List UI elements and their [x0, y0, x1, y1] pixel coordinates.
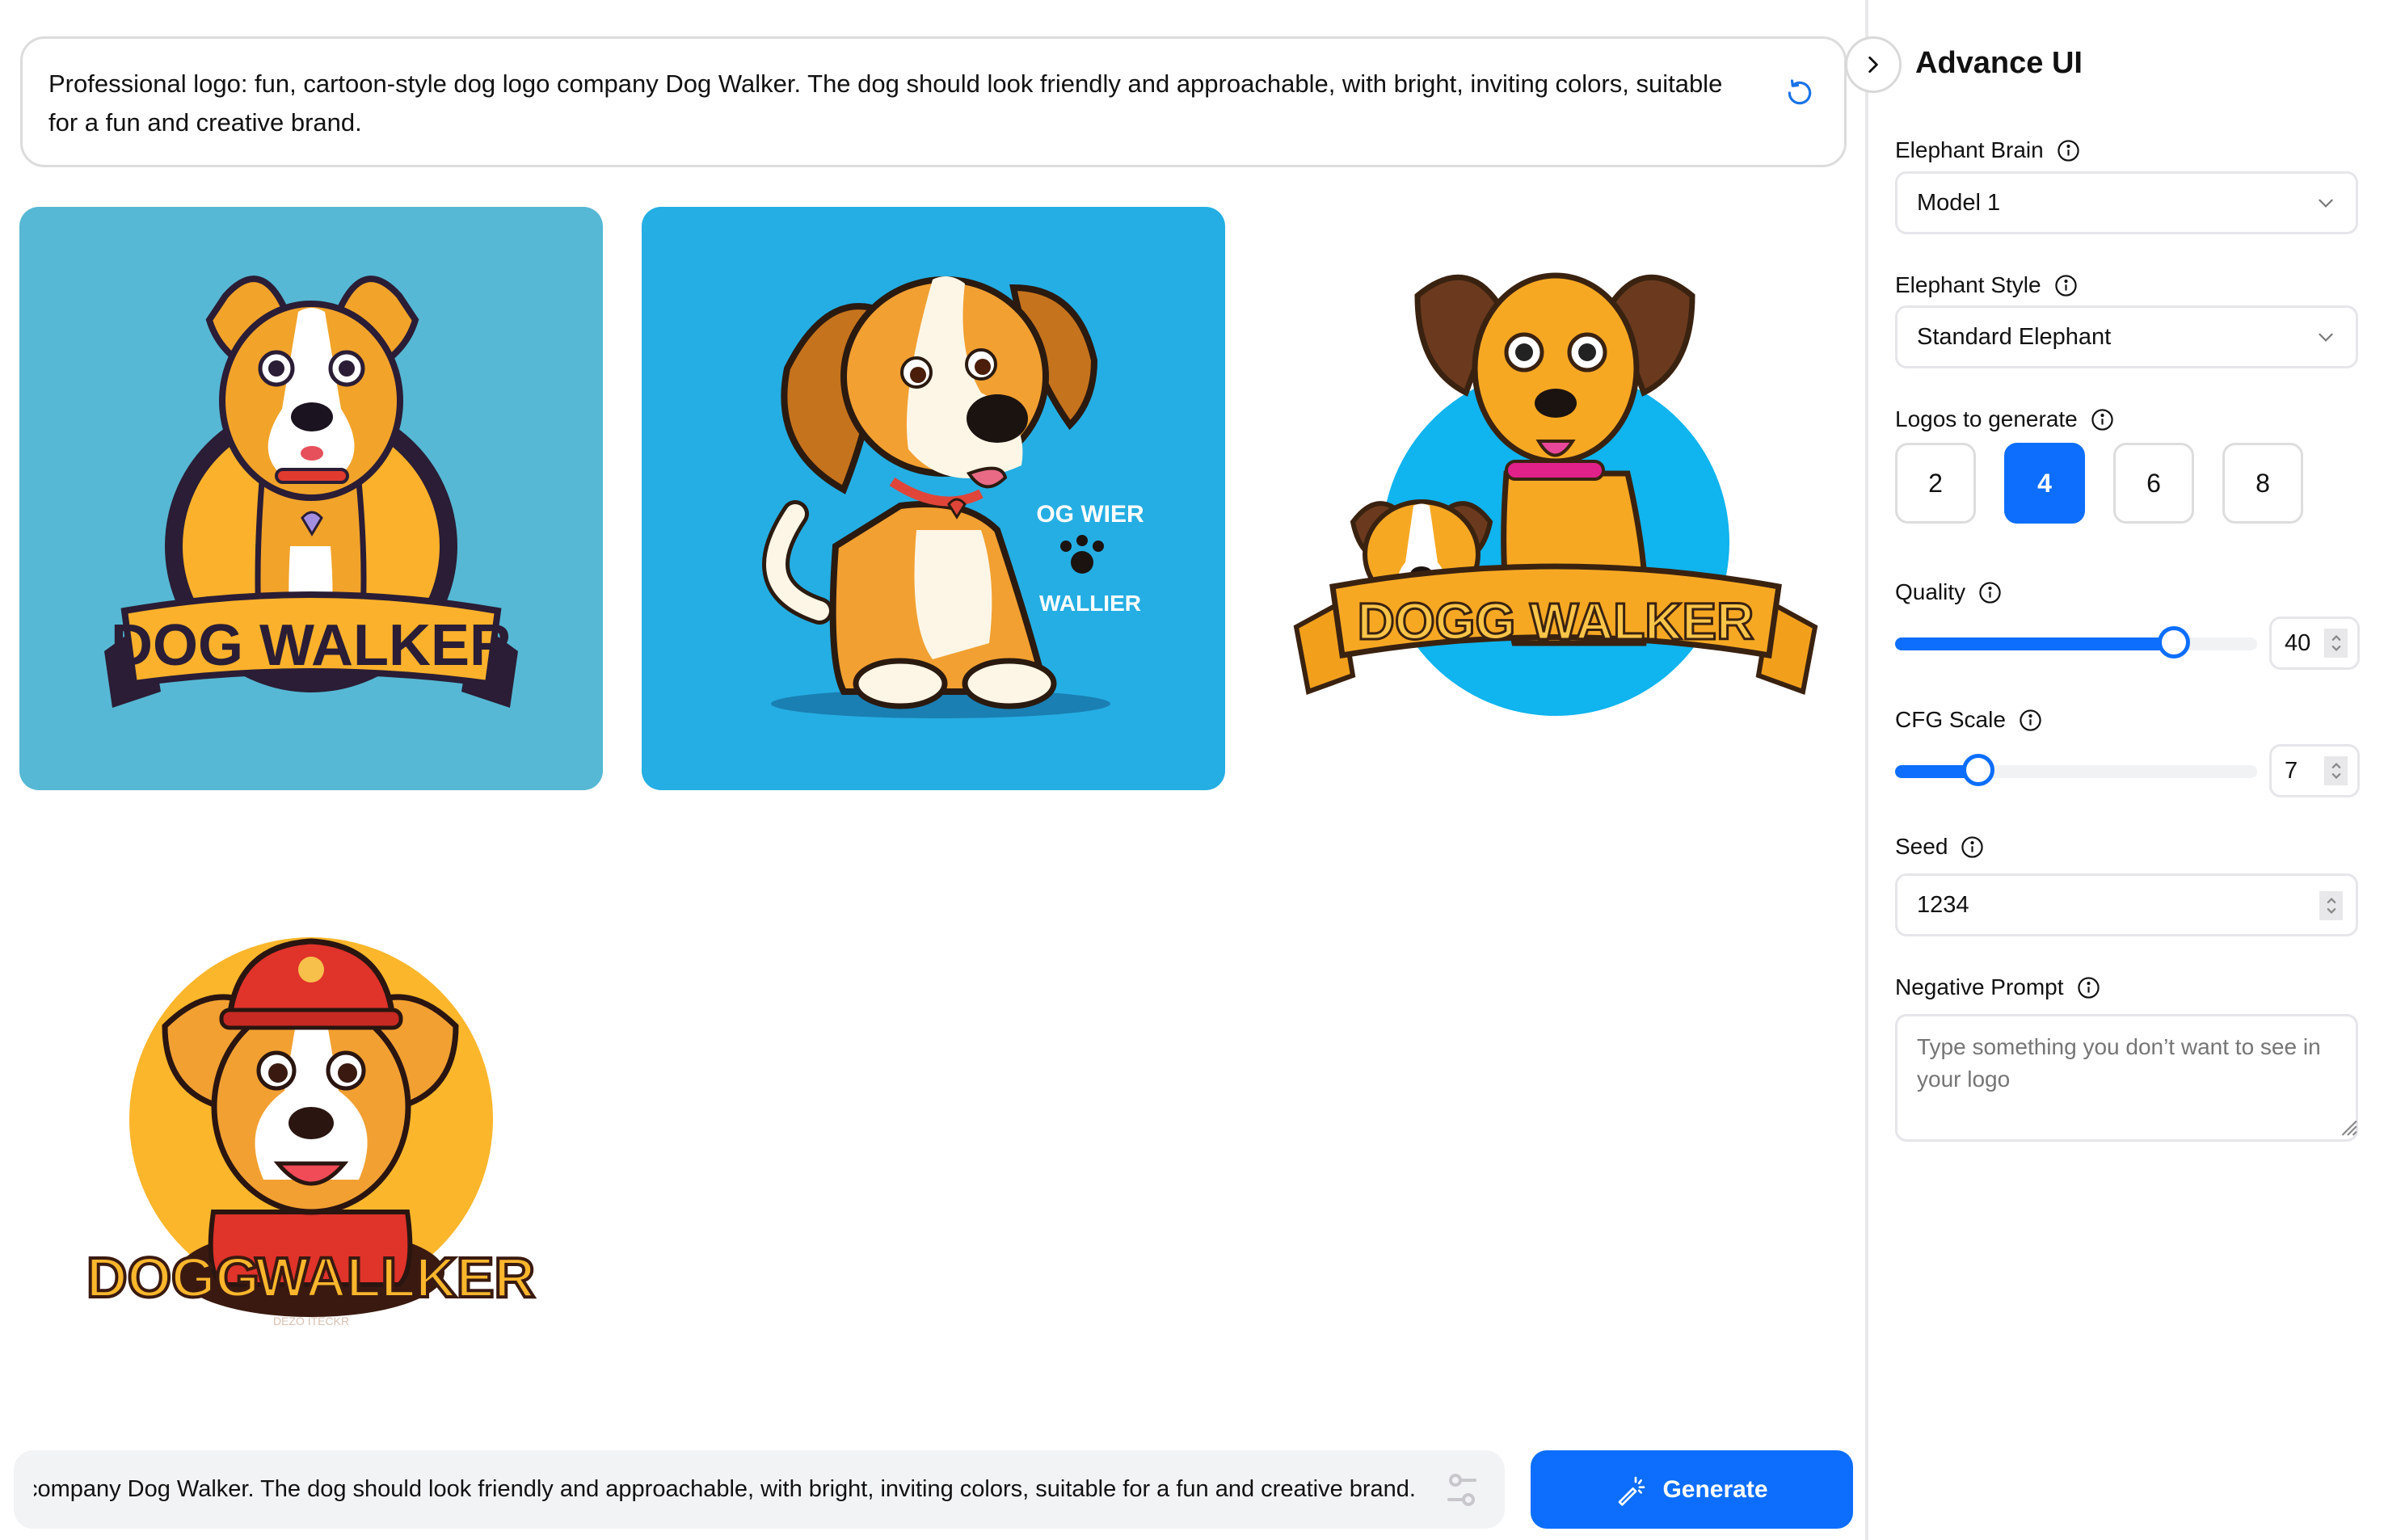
seed-label-text: Seed: [1895, 834, 1948, 859]
sidebar-toggle-button[interactable]: [1845, 36, 1902, 93]
logo-3-banner-text: DOGG WALKER: [1358, 592, 1754, 650]
style-label-text: Elephant Style: [1895, 272, 2041, 297]
seed-value: 1234: [1917, 891, 1969, 918]
settings-toggle-button[interactable]: [1443, 1471, 1481, 1508]
chevron-down-icon: [2319, 199, 2333, 208]
cfg-input[interactable]: 7: [2269, 744, 2360, 797]
generated-logo-1[interactable]: DOG WALKER: [19, 207, 603, 790]
negative-prompt-input[interactable]: [1895, 1014, 2358, 1142]
info-icon[interactable]: [1961, 835, 1984, 859]
prompt-display[interactable]: Professional logo: fun, cartoon-style do…: [20, 36, 1847, 167]
generated-logo-3[interactable]: DOGG WALKER: [1264, 207, 1847, 790]
logo-4-text-1: DOGG: [86, 1246, 259, 1309]
cfg-spinner[interactable]: [2324, 756, 2348, 785]
info-icon[interactable]: [2057, 139, 2080, 162]
generated-logo-4[interactable]: DOGG WALLKER DEZO ITECKR: [19, 848, 603, 1432]
cfg-label: CFG Scale: [1895, 707, 2042, 733]
quality-label-text: Quality: [1895, 579, 1966, 604]
magic-wand-icon: [1619, 1476, 1645, 1506]
logo-image-2: OG WIER WALLIER: [642, 207, 1225, 790]
style-select-value: Standard Elephant: [1917, 323, 2112, 350]
brain-label: Elephant Brain: [1895, 137, 2080, 163]
sidebar-divider: [1865, 0, 1868, 1540]
spinner-arrows-icon: [2327, 898, 2336, 914]
info-icon[interactable]: [2019, 709, 2042, 732]
quality-spinner[interactable]: [2324, 629, 2348, 658]
brain-select-value: Model 1: [1917, 189, 2001, 216]
cfg-slider-row: 7: [1895, 744, 2360, 797]
quality-slider-row: 40: [1895, 616, 2360, 670]
info-icon[interactable]: [2054, 274, 2078, 297]
logo-1-banner-text: DOG WALKER: [111, 613, 512, 678]
cfg-slider-thumb[interactable]: [1962, 754, 1995, 786]
info-icon[interactable]: [2091, 408, 2114, 431]
style-select[interactable]: Standard Elephant: [1895, 305, 2358, 368]
spinner-arrows-icon: [2331, 763, 2340, 779]
refresh-icon: [1788, 79, 1812, 105]
logos-count-group: 2 4 6 8: [1895, 443, 2303, 524]
generate-label: Generate: [1662, 1475, 1768, 1503]
logo-4-text-2: WALLKER: [255, 1246, 535, 1309]
seed-label: Seed: [1895, 834, 1984, 860]
chevron-down-icon: [2319, 333, 2333, 342]
main-area: Professional logo: fun, cartoon-style do…: [0, 0, 1867, 1540]
logo-image-1: DOG WALKER: [19, 207, 603, 790]
seed-input[interactable]: 1234: [1895, 873, 2358, 936]
seed-spinner[interactable]: [2319, 891, 2343, 920]
logo-2-badge-top: OG WIER: [1036, 501, 1144, 528]
quality-value: 40: [2285, 629, 2311, 656]
cfg-label-text: CFG Scale: [1895, 707, 2006, 732]
advanced-settings-panel: Advance UI Elephant Brain Model 1 Elepha…: [1895, 0, 2360, 1540]
logos-count-label: Logos to generate: [1895, 406, 2114, 432]
logo-image-3: DOGG WALKER: [1264, 207, 1847, 790]
negative-prompt-label-text: Negative Prompt: [1895, 974, 2064, 999]
info-icon[interactable]: [2077, 976, 2100, 999]
chevron-right-icon: [1868, 56, 1878, 74]
logos-count-option-8[interactable]: 8: [2222, 443, 2303, 524]
brain-select[interactable]: Model 1: [1895, 171, 2358, 234]
refresh-button[interactable]: [1780, 73, 1820, 113]
info-icon[interactable]: [1978, 581, 2002, 604]
cfg-value: 7: [2285, 757, 2298, 784]
logo-4-tagline: DEZO ITECKR: [273, 1315, 349, 1328]
sliders-icon: [1447, 1474, 1476, 1506]
generate-button[interactable]: Generate: [1531, 1450, 1853, 1529]
style-label: Elephant Style: [1895, 272, 2078, 298]
quality-slider-thumb[interactable]: [2157, 626, 2190, 658]
generated-logo-2[interactable]: OG WIER WALLIER: [642, 207, 1225, 790]
quality-slider-fill: [1895, 637, 2174, 650]
spinner-arrows-icon: [2331, 635, 2340, 651]
logos-count-option-6[interactable]: 6: [2113, 443, 2194, 524]
negative-prompt-label: Negative Prompt: [1895, 974, 2100, 1000]
logos-count-label-text: Logos to generate: [1895, 406, 2078, 431]
prompt-input[interactable]: Professional logo: fun, cartoon-style do…: [14, 1450, 1505, 1529]
quality-input[interactable]: 40: [2269, 616, 2360, 670]
prompt-input-value: Professional logo: fun, cartoon-style do…: [34, 1476, 1416, 1502]
logo-image-4: DOGG WALLKER DEZO ITECKR: [19, 848, 603, 1432]
quality-label: Quality: [1895, 579, 2002, 605]
logos-count-option-2[interactable]: 2: [1895, 443, 1976, 524]
logo-2-badge-bottom: WALLIER: [1039, 591, 1141, 616]
logos-count-option-4[interactable]: 4: [2004, 443, 2085, 524]
resize-handle-icon[interactable]: [2337, 1116, 2358, 1137]
cfg-slider[interactable]: [1895, 754, 2257, 786]
quality-slider[interactable]: [1895, 626, 2257, 658]
brain-label-text: Elephant Brain: [1895, 137, 2044, 162]
prompt-text: Professional logo: fun, cartoon-style do…: [48, 69, 1723, 137]
sidebar-title: Advance UI: [1915, 46, 2083, 80]
